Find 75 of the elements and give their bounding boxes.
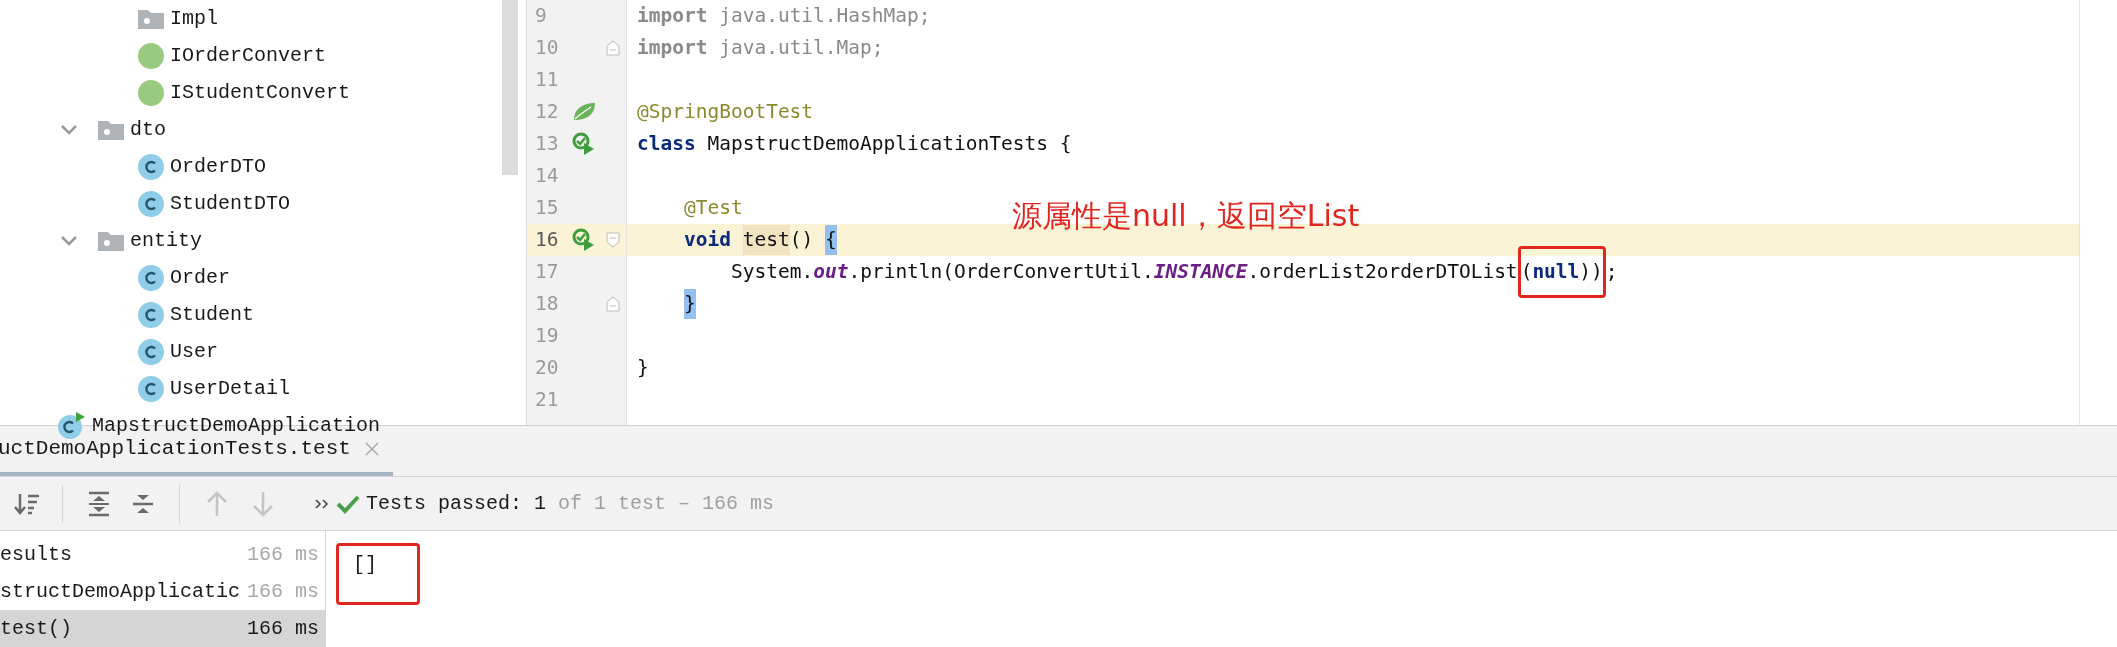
- expand-all-icon[interactable]: [87, 490, 111, 517]
- code-token: .println(OrderConvertUtil.: [848, 259, 1154, 286]
- tree-item-label[interactable]: dto: [130, 114, 166, 145]
- interface-icon: [138, 79, 164, 106]
- run-test-icon[interactable]: [572, 132, 596, 156]
- code-token: }: [637, 355, 649, 382]
- test-tree-row[interactable]: esults 166 ms: [0, 536, 325, 573]
- line-number: 20: [534, 355, 560, 382]
- chevron-down-icon[interactable]: [60, 123, 78, 136]
- close-icon[interactable]: [364, 442, 379, 456]
- tree-item-label[interactable]: IStudentConvert: [170, 77, 351, 108]
- tree-item-label[interactable]: Impl: [170, 3, 218, 34]
- line-number: 11: [534, 67, 560, 94]
- leaf-icon[interactable]: [572, 102, 596, 122]
- code-token: ;: [1605, 259, 1618, 286]
- class-icon: [138, 375, 164, 402]
- class-icon: [138, 301, 164, 328]
- tree-item-label[interactable]: OrderDTO: [170, 151, 266, 182]
- line-number: 21: [534, 387, 560, 414]
- line-number: 19: [534, 323, 560, 350]
- tree-item-label[interactable]: IOrderConvert: [170, 40, 327, 71]
- code-token: void: [684, 227, 732, 254]
- class-icon: [138, 190, 164, 217]
- code-token: import: [637, 35, 708, 62]
- test-tree-row[interactable]: structDemoApplicatic 166 ms: [0, 573, 325, 610]
- test-tree-row[interactable]: test() 166 ms: [0, 610, 325, 647]
- line-number: 12: [534, 99, 560, 126]
- line-number: 13: [534, 131, 560, 158]
- code-token: java.util.Map;: [718, 35, 884, 62]
- scrollbar-thumb[interactable]: [502, 0, 518, 175]
- code-token: }: [684, 289, 696, 319]
- chevron-down-icon[interactable]: [60, 234, 78, 247]
- tree-item-label[interactable]: User: [170, 336, 218, 367]
- fold-marker-icon[interactable]: [606, 40, 620, 56]
- code-token: test: [742, 225, 790, 255]
- tree-item-label[interactable]: entity: [130, 225, 202, 256]
- code-token: (): [789, 227, 815, 254]
- folder-icon: [98, 230, 124, 251]
- line-number: 14: [534, 163, 560, 190]
- sort-icon[interactable]: [14, 491, 40, 516]
- line-number: 9: [534, 3, 548, 30]
- line-number: 15: [534, 195, 560, 222]
- tree-item-label[interactable]: Student: [170, 299, 254, 330]
- line-number: 17: [534, 259, 560, 286]
- line-number: 10: [534, 35, 560, 62]
- console-output: []: [336, 543, 420, 605]
- fold-marker-icon[interactable]: [606, 296, 620, 312]
- code-token: class: [637, 131, 696, 158]
- class-icon: [138, 338, 164, 365]
- code-token: .orderList2orderDTOList: [1247, 259, 1518, 286]
- code-token: @Test: [684, 195, 743, 222]
- line-number: 18: [534, 291, 560, 318]
- more-icon[interactable]: [314, 497, 330, 510]
- class-icon: [138, 153, 164, 180]
- check-icon: [336, 493, 360, 514]
- test-status: Tests passed: 1 of 1 test – 166 ms: [366, 490, 775, 517]
- code-token: @SpringBootTest: [637, 99, 814, 126]
- code-token: System.: [731, 259, 814, 286]
- folder-icon: [138, 8, 164, 29]
- code-token: import: [637, 3, 708, 30]
- code-token: {: [824, 225, 837, 255]
- code-token: out: [813, 259, 849, 286]
- fold-marker-icon[interactable]: [606, 232, 620, 248]
- class-icon: [138, 264, 164, 291]
- annotation-text: 源属性是null，返回空List: [1012, 197, 1360, 235]
- code-token: java.util.HashMap;: [718, 3, 931, 30]
- tree-item-label[interactable]: UserDetail: [170, 373, 291, 404]
- folder-icon: [98, 119, 124, 140]
- tree-item-label[interactable]: Order: [170, 262, 230, 293]
- tree-item-label[interactable]: StudentDTO: [170, 188, 291, 219]
- run-test-icon[interactable]: [572, 228, 596, 252]
- code-token: INSTANCE: [1153, 259, 1248, 286]
- highlighted-code: (null)): [1517, 246, 1606, 298]
- code-token: MapstructDemoApplicationTests {: [706, 131, 1072, 158]
- interface-icon: [138, 42, 164, 69]
